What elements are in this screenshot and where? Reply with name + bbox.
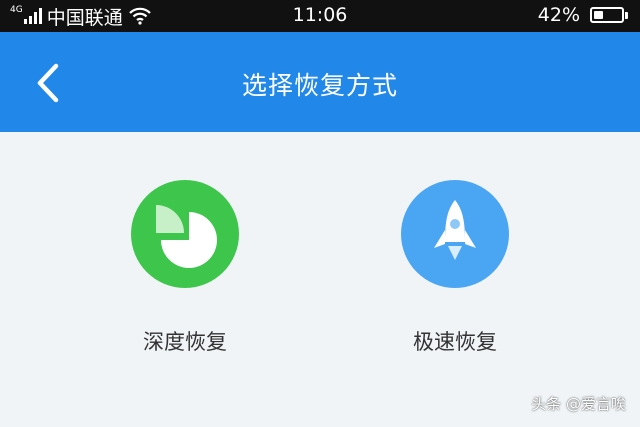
battery-tip — [625, 11, 628, 19]
header-bar: 选择恢复方式 — [0, 32, 640, 132]
status-right: 42% — [538, 4, 628, 26]
fast-recovery-label: 极速恢复 — [413, 330, 497, 354]
battery-percent: 42% — [537, 4, 580, 26]
fast-recovery-option[interactable]: 极速恢复 — [345, 180, 565, 356]
pie-chart-icon — [156, 205, 217, 268]
status-bar: 4G 中国联通 11:06 42% — [0, 0, 640, 32]
rocket-icon — [434, 200, 476, 260]
fast-recovery-icon-circle — [401, 180, 509, 288]
deep-recovery-option[interactable]: 深度恢复 — [75, 180, 295, 356]
deep-recovery-label: 深度恢复 — [143, 330, 227, 354]
watermark: 头条 @爱言唉 — [531, 395, 626, 413]
page-title: 选择恢复方式 — [241, 71, 398, 100]
battery-icon — [590, 7, 624, 23]
deep-recovery-icon-circle — [131, 180, 239, 288]
battery-fill — [594, 11, 603, 19]
